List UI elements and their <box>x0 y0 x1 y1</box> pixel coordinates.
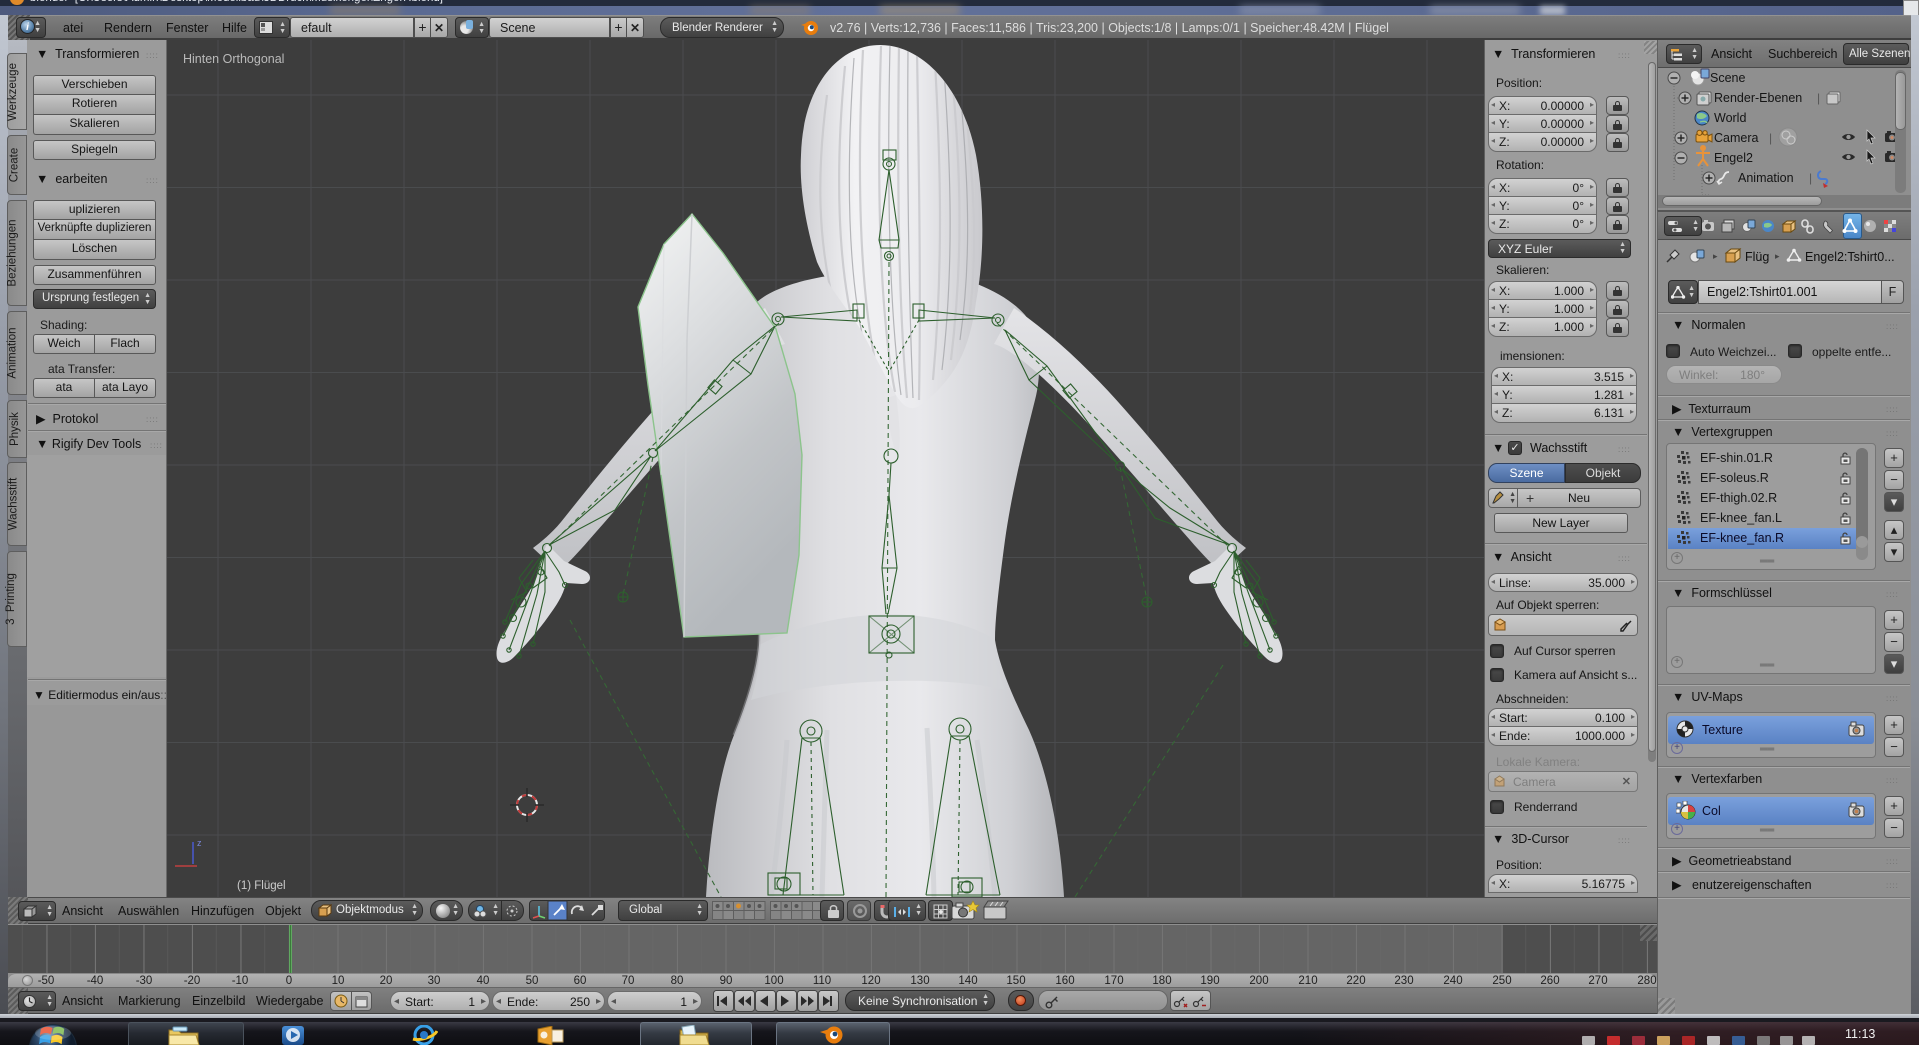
svg-text:▸: ▸ <box>1775 251 1780 261</box>
svg-text:|: | <box>1809 171 1812 185</box>
svg-text:z: z <box>197 838 202 848</box>
svg-text:|: | <box>1817 91 1820 105</box>
svg-text:Hinten Orthogonal: Hinten Orthogonal <box>183 52 284 66</box>
svg-text:▸: ▸ <box>1713 251 1718 261</box>
svg-text:(1) Flügel: (1) Flügel <box>237 880 286 892</box>
svg-text:|: | <box>1769 131 1772 145</box>
svg-text:Engel2:Tshirt0...: Engel2:Tshirt0... <box>1805 250 1895 264</box>
svg-text:Flüg: Flüg <box>1745 250 1769 264</box>
